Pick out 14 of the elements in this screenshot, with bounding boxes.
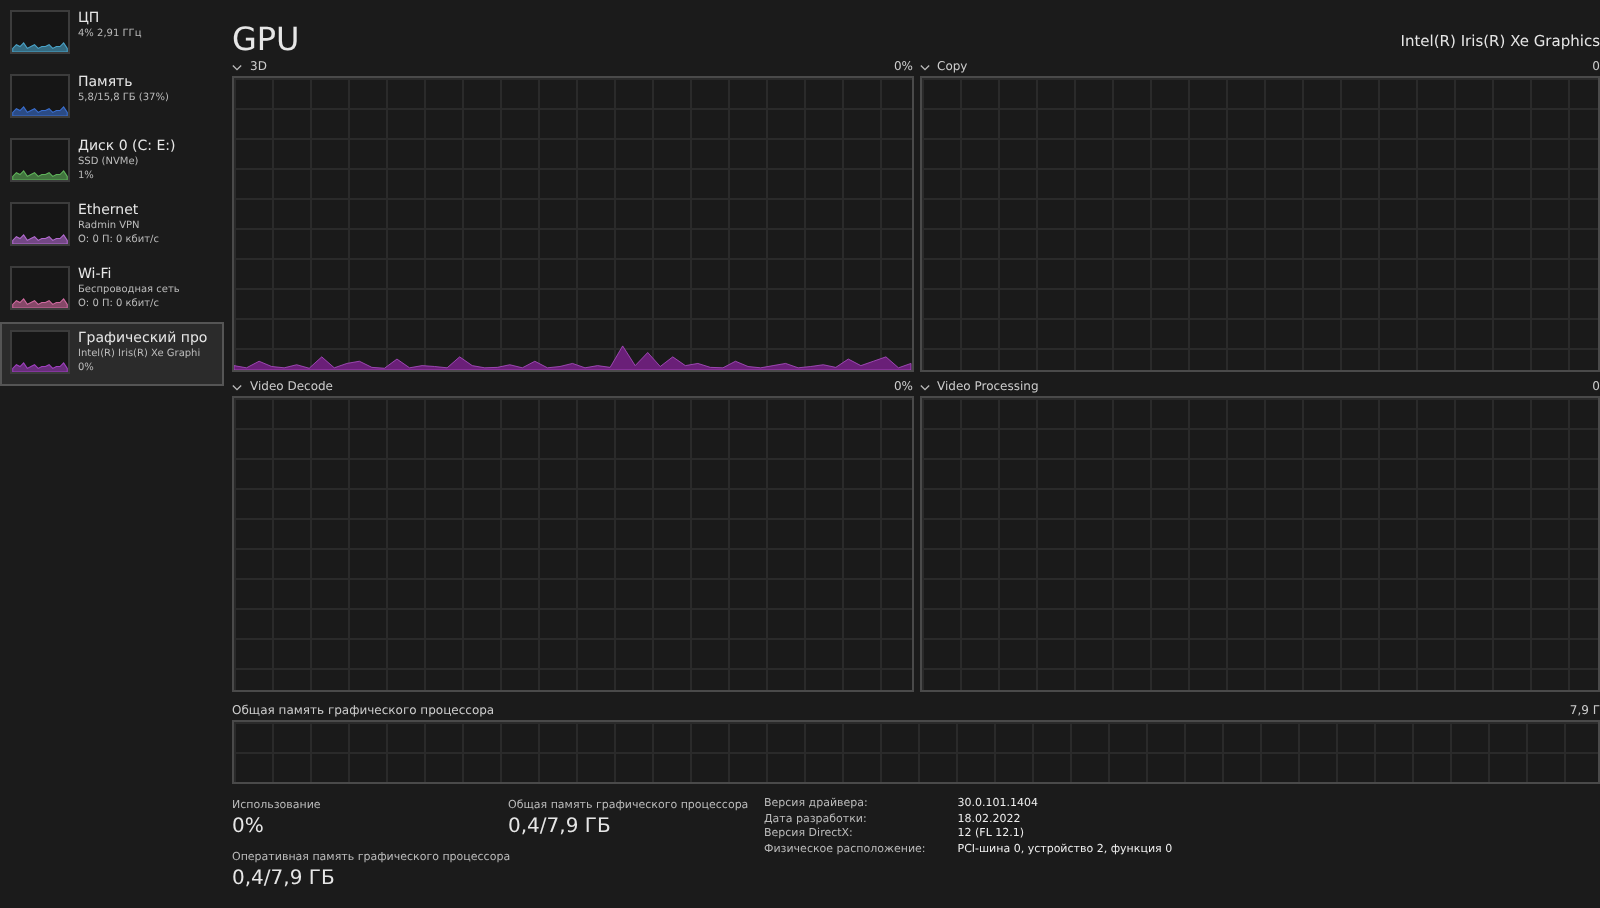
chevron-icon[interactable] — [919, 64, 929, 72]
graph-thumbnail — [10, 266, 70, 310]
graph-thumbnail — [10, 10, 70, 54]
chevron-icon[interactable] — [232, 384, 242, 392]
stat-value: 0% — [232, 814, 266, 842]
chevron-icon[interactable] — [919, 384, 929, 392]
graph-thumbnail — [10, 74, 70, 118]
stat-value: 0,4/7,9 ГБ — [232, 866, 337, 894]
chevron-icon[interactable] — [232, 64, 242, 72]
stat-value: 0,4/7,9 ГБ — [508, 814, 613, 842]
graph-thumbnail — [10, 138, 70, 182]
page-title: GPU — [232, 20, 300, 60]
graph-thumbnail — [10, 202, 70, 246]
graph-thumbnail — [10, 330, 70, 374]
